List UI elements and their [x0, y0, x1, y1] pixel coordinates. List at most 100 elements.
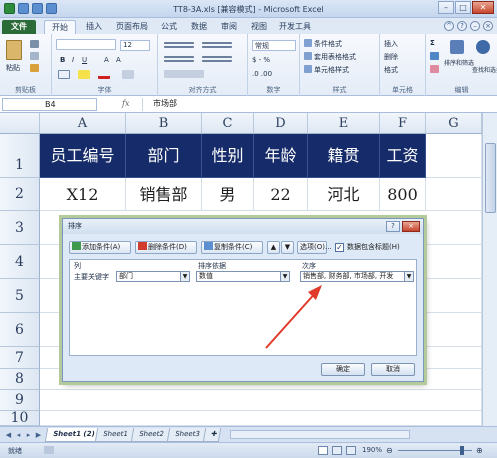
- table-row[interactable]: [40, 390, 482, 411]
- zoom-slider-thumb[interactable]: [460, 446, 464, 455]
- sheet-tab-sheet1[interactable]: Sheet1: [94, 428, 136, 442]
- page-layout-view-icon[interactable]: [332, 446, 342, 455]
- row-header-4[interactable]: 4: [0, 245, 40, 279]
- column-header-e[interactable]: E: [308, 113, 380, 134]
- table-cell[interactable]: 800: [380, 178, 426, 211]
- help-icon[interactable]: ?: [457, 21, 467, 31]
- clear-icon[interactable]: [430, 65, 439, 73]
- decimal-icons[interactable]: .0 .00: [252, 70, 272, 78]
- sheet-tab-sheet3[interactable]: Sheet3: [166, 428, 208, 442]
- zoom-out-icon[interactable]: ⊖: [386, 446, 393, 455]
- next-sheet-icon[interactable]: ▸: [24, 430, 33, 440]
- tab-review[interactable]: 审阅: [216, 20, 242, 34]
- has-headers-checkbox[interactable]: ✓: [335, 243, 344, 252]
- sheet-tab-sheet2[interactable]: Sheet2: [130, 428, 172, 442]
- number-format-dropdown[interactable]: 常规: [252, 40, 296, 51]
- table-cell[interactable]: 河北: [308, 178, 380, 211]
- column-header-b[interactable]: B: [126, 113, 202, 134]
- header-cell-department[interactable]: 部门: [126, 134, 202, 178]
- fill-icon[interactable]: [430, 52, 439, 60]
- grow-font-icon[interactable]: A: [104, 56, 109, 64]
- header-cell-gender[interactable]: 性别: [202, 134, 254, 178]
- tab-page-layout[interactable]: 页面布局: [110, 20, 154, 34]
- last-sheet-icon[interactable]: ▶: [34, 430, 43, 440]
- move-down-button[interactable]: ▼: [281, 241, 294, 254]
- merge-center-icon[interactable]: [164, 70, 204, 78]
- tab-data[interactable]: 数据: [186, 20, 212, 34]
- fx-icon[interactable]: fx: [122, 99, 129, 108]
- header-cell-hometown[interactable]: 籍贯: [308, 134, 380, 178]
- workbook-close-icon[interactable]: ×: [483, 21, 493, 31]
- row-header-1[interactable]: 1: [0, 134, 40, 178]
- sort-filter-button[interactable]: 排序和筛选: [444, 58, 474, 67]
- dialog-help-button[interactable]: ?: [386, 221, 400, 232]
- autosum-icon[interactable]: Σ: [430, 39, 435, 47]
- add-level-button[interactable]: 添加条件(A): [69, 241, 131, 254]
- row-header-2[interactable]: 2: [0, 178, 40, 211]
- find-select-button[interactable]: 查找和选择: [472, 65, 497, 74]
- left-align-icon[interactable]: [164, 56, 194, 62]
- name-box[interactable]: B4: [2, 98, 97, 111]
- header-cell-employee-id[interactable]: 员工编号: [40, 134, 126, 178]
- table-cell[interactable]: 22: [254, 178, 308, 211]
- minimize-ribbon-icon[interactable]: ^: [444, 21, 454, 31]
- font-name-dropdown[interactable]: [56, 39, 116, 50]
- options-button[interactable]: 选项(O)...: [297, 241, 332, 254]
- zoom-in-icon[interactable]: ⊕: [476, 446, 483, 455]
- tab-view[interactable]: 视图: [246, 20, 272, 34]
- row-header-6[interactable]: 6: [0, 313, 40, 347]
- fill-color-icon[interactable]: [78, 70, 90, 79]
- table-cell[interactable]: X12: [40, 178, 126, 211]
- tab-formulas[interactable]: 公式: [156, 20, 182, 34]
- column-header-f[interactable]: F: [380, 113, 426, 134]
- format-cells-button[interactable]: 格式: [384, 65, 398, 75]
- table-cell[interactable]: 销售部: [126, 178, 202, 211]
- sort-on-dropdown[interactable]: 数值 ▼: [196, 271, 290, 282]
- format-painter-icon[interactable]: [30, 64, 39, 72]
- table-cell[interactable]: [426, 134, 482, 178]
- tab-file[interactable]: 文件: [2, 20, 36, 34]
- header-cell-age[interactable]: 年龄: [254, 134, 308, 178]
- font-color-icon[interactable]: [98, 70, 110, 79]
- row-header-5[interactable]: 5: [0, 279, 40, 313]
- prev-sheet-icon[interactable]: ◂: [14, 430, 23, 440]
- insert-cells-button[interactable]: 插入: [384, 39, 398, 49]
- dialog-close-button[interactable]: ×: [402, 221, 420, 232]
- borders-icon[interactable]: [58, 70, 70, 79]
- phonetic-icon[interactable]: [122, 70, 134, 79]
- indent-icon[interactable]: [202, 56, 232, 62]
- move-up-button[interactable]: ▲: [267, 241, 280, 254]
- delete-cells-button[interactable]: 删除: [384, 52, 398, 62]
- tab-insert[interactable]: 插入: [80, 20, 108, 34]
- cut-icon[interactable]: [30, 40, 39, 48]
- font-size-dropdown[interactable]: 12: [120, 40, 150, 51]
- cell-styles-button[interactable]: 单元格样式: [314, 65, 349, 75]
- currency-percent-icons[interactable]: $ - %: [252, 56, 270, 64]
- maximize-button[interactable]: □: [455, 1, 471, 14]
- top-align-icon[interactable]: [164, 42, 194, 48]
- header-cell-salary[interactable]: 工资: [380, 134, 426, 178]
- tab-home[interactable]: 开始: [44, 20, 76, 34]
- column-header-c[interactable]: C: [202, 113, 254, 134]
- first-sheet-icon[interactable]: ◀: [4, 430, 13, 440]
- sort-filter-icon[interactable]: [450, 40, 464, 54]
- formula-input[interactable]: 市场部: [142, 98, 493, 111]
- ok-button[interactable]: 确定: [321, 363, 365, 376]
- copy-icon[interactable]: [30, 52, 39, 60]
- bold-icon[interactable]: B: [60, 56, 65, 64]
- row-header-10[interactable]: 10: [0, 411, 40, 426]
- table-row[interactable]: [40, 411, 482, 426]
- row-header-3[interactable]: 3: [0, 211, 40, 245]
- column-header-a[interactable]: A: [40, 113, 126, 134]
- scrollbar-thumb[interactable]: [485, 143, 496, 213]
- table-cell[interactable]: [426, 178, 482, 211]
- table-cell[interactable]: 男: [202, 178, 254, 211]
- row-header-7[interactable]: 7: [0, 347, 40, 369]
- macro-record-icon[interactable]: [44, 446, 54, 454]
- workbook-minimize-icon[interactable]: –: [470, 21, 480, 31]
- insert-sheet-icon[interactable]: ✚: [202, 428, 222, 442]
- tab-developer[interactable]: 开发工具: [276, 20, 314, 34]
- column-header-d[interactable]: D: [254, 113, 308, 134]
- zoom-level[interactable]: 190%: [362, 446, 382, 454]
- row-header-8[interactable]: 8: [0, 369, 40, 390]
